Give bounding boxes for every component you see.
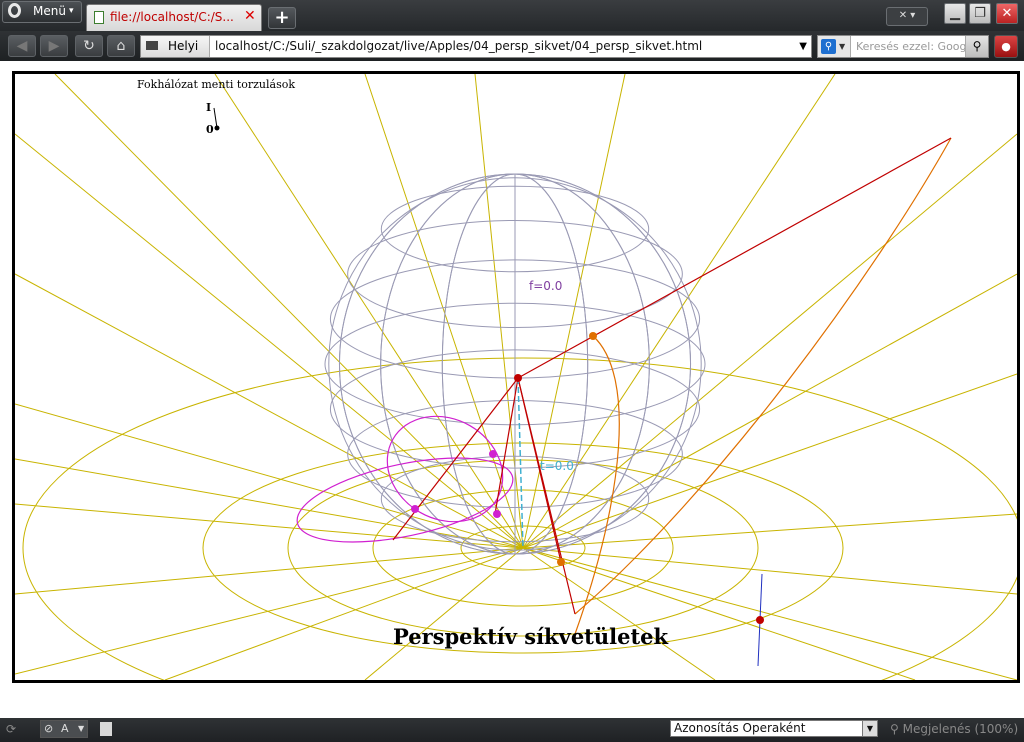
chevron-down-icon[interactable]: ▼ <box>799 36 807 57</box>
grid-line <box>522 547 1017 680</box>
applet-title: Perspektív síkvetületek <box>393 624 669 649</box>
projection-line <box>517 137 952 379</box>
computer-icon <box>146 41 158 50</box>
opera-unite-icon[interactable]: ● <box>994 35 1018 58</box>
site-info-badge[interactable]: Helyi <box>141 36 210 57</box>
home-button[interactable]: ⌂ <box>107 35 135 57</box>
menu-label: Menü <box>33 4 66 18</box>
search-input[interactable]: Keresés ezzel: Google <box>856 36 966 57</box>
slider-handle <box>756 616 764 624</box>
reload-button[interactable]: ↻ <box>75 35 103 57</box>
orange-curves <box>574 137 952 635</box>
grid-line <box>522 74 836 549</box>
disabled-icon: ⊘ <box>44 722 54 735</box>
identify-as-select[interactable]: Azonosítás Operaként ▼ <box>670 720 878 737</box>
new-tab-button[interactable]: + <box>268 7 296 29</box>
geometry-canvas[interactable] <box>15 74 1017 680</box>
search-engine-selector[interactable]: ⚲ ▼ <box>818 36 851 57</box>
zoom-label: Megjelenés (100%) <box>902 722 1019 736</box>
applet-caption: Fokhálózat menti torzulások <box>137 78 296 91</box>
chevron-down-icon: ▼ <box>78 724 85 733</box>
slider-top-label: I <box>206 101 212 114</box>
opera-logo-icon <box>8 3 21 18</box>
grid-line <box>522 373 1017 549</box>
opera-menu-button[interactable]: Menü ▾ <box>2 1 82 23</box>
chevron-down-icon: ▾ <box>69 6 74 16</box>
minimize-button[interactable]: ▁ <box>944 3 966 24</box>
center-point <box>514 374 522 382</box>
grid-line <box>15 133 524 549</box>
orange-point <box>589 332 597 340</box>
tab-bar: Menü ▾ file://localhost/C:/S... ✕ + ✕ ▾ … <box>0 0 1024 31</box>
closed-tabs-button[interactable]: ✕ ▾ <box>886 7 928 26</box>
page-icon <box>94 11 104 24</box>
tab-active[interactable]: file://localhost/C:/S... ✕ <box>86 4 262 31</box>
mini-slider-track <box>213 107 218 129</box>
zoom-level[interactable]: ⚲ Megjelenés (100%) <box>890 720 1018 738</box>
close-window-button[interactable]: ✕ <box>996 3 1018 24</box>
orange-curve <box>574 137 952 615</box>
grid-line <box>522 273 1017 549</box>
grid-line <box>522 547 1017 595</box>
back-button[interactable]: ◀ <box>8 35 36 57</box>
java-applet[interactable]: Fokhálózat menti torzulások I 0 f=0.0 t=… <box>12 71 1020 683</box>
t-value-label: t=0.0 <box>540 459 574 473</box>
url-text[interactable]: localhost/C:/Suli/_szakdolgozat/live/App… <box>215 36 702 57</box>
forward-button[interactable]: ▶ <box>40 35 68 57</box>
grid-line <box>15 547 524 595</box>
mini-slider-handle <box>214 125 220 131</box>
sync-icon[interactable]: ⟳ <box>6 722 36 738</box>
grid-line <box>214 74 524 549</box>
navigation-toolbar: ◀ ▶ ↻ ⌂ Helyi localhost/C:/Suli/_szakdol… <box>0 31 1024 61</box>
orange-curve <box>574 335 620 635</box>
site-label: Helyi <box>168 39 199 53</box>
magenta-point <box>493 510 501 518</box>
close-tab-icon[interactable]: ✕ <box>244 8 256 24</box>
orange-point <box>557 558 565 566</box>
f-value-label: f=0.0 <box>529 279 563 293</box>
search-box[interactable]: ⚲ ▼ Keresés ezzel: Google ⚲ <box>817 35 989 58</box>
magenta-curves <box>296 415 514 543</box>
address-bar[interactable]: Helyi localhost/C:/Suli/_szakdolgozat/li… <box>140 35 812 58</box>
tab-title: file://localhost/C:/S... <box>110 10 234 24</box>
magenta-point <box>411 505 419 513</box>
encoding-label: A <box>61 722 69 735</box>
magenta-point <box>489 450 497 458</box>
grid-line <box>15 547 524 675</box>
search-engine-icon: ⚲ <box>821 39 836 54</box>
grid-line <box>15 273 524 549</box>
identify-as-value: Azonosítás Operaként <box>674 721 806 735</box>
encoding-selector[interactable]: ⊘ A ▼ <box>40 720 88 738</box>
grid-line <box>164 547 524 680</box>
images-toggle-icon[interactable] <box>100 722 112 736</box>
chevron-down-icon: ▼ <box>839 42 846 51</box>
restore-button[interactable]: ❐ <box>969 3 991 24</box>
slider-bottom-label: 0 <box>206 123 214 136</box>
projection-line <box>517 377 576 615</box>
search-go-icon[interactable]: ⚲ <box>965 36 988 57</box>
status-bar: ⟳ ⊘ A ▼ Azonosítás Operaként ▼ ⚲ Megjele… <box>0 718 1024 742</box>
vertical-slider[interactable] <box>213 107 764 667</box>
chevron-down-icon: ▼ <box>862 721 877 736</box>
